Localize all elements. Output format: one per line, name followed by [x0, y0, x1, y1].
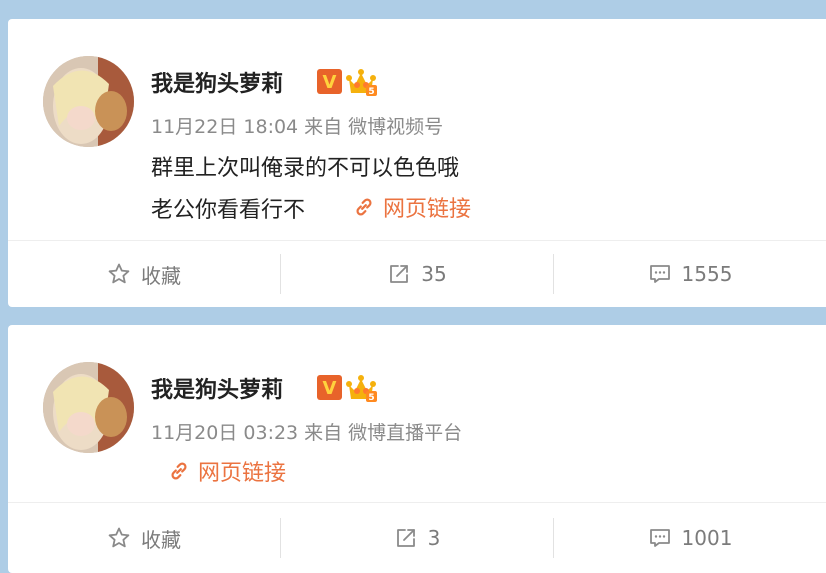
comment-icon: [649, 265, 670, 283]
web-link[interactable]: 网页链接: [353, 191, 471, 223]
comment-button[interactable]: 1555: [554, 241, 826, 307]
web-link[interactable]: 网页链接: [168, 455, 286, 487]
weibo-post-card: 我是狗头萝莉 V 5 11月20日 03:23 来自 微博直播平台 网页链接 收…: [8, 325, 826, 573]
action-bar: 收藏 3 1001: [8, 502, 826, 573]
repost-count: 35: [421, 262, 447, 286]
avatar[interactable]: [43, 362, 134, 453]
verified-badge-icon: V: [317, 375, 342, 400]
username[interactable]: 我是狗头萝莉: [151, 66, 283, 98]
repost-icon: [390, 265, 409, 283]
link-icon: [356, 198, 372, 216]
repost-count: 3: [427, 526, 441, 550]
repost-button[interactable]: 35: [281, 241, 553, 307]
comment-button[interactable]: 1001: [554, 503, 826, 573]
avatar[interactable]: [43, 56, 134, 147]
post-meta: 11月22日 18:04 来自 微博视频号: [151, 112, 449, 139]
verified-badge-letter: V: [323, 72, 337, 93]
post-text-line: 老公你看看行不: [151, 198, 306, 223]
link-icon: [171, 462, 187, 480]
post-date[interactable]: 11月20日 03:23: [151, 422, 298, 444]
comment-count: 1555: [681, 262, 733, 286]
favorite-label: 收藏: [141, 263, 181, 288]
post-meta: 11月20日 03:23 来自 微博直播平台: [151, 418, 468, 445]
post-text-line: 群里上次叫俺录的不可以色色哦: [151, 156, 460, 181]
verified-badge-icon: V: [317, 69, 342, 94]
web-link-label: 网页链接: [198, 461, 287, 486]
verified-badge-letter: V: [323, 378, 337, 399]
username[interactable]: 我是狗头萝莉: [151, 372, 283, 404]
level-number: 5: [368, 393, 374, 403]
action-bar: 收藏 35 1555: [8, 240, 826, 307]
post-source[interactable]: 微博直播平台: [348, 422, 462, 444]
web-link-label: 网页链接: [383, 197, 472, 222]
favorite-label: 收藏: [141, 527, 181, 552]
source-prefix: 来自: [304, 116, 343, 138]
crown-badge-icon: 5: [346, 375, 377, 403]
comment-count: 1001: [681, 526, 733, 550]
post-date[interactable]: 11月22日 18:04: [151, 116, 298, 138]
repost-button[interactable]: 3: [281, 503, 553, 573]
favorite-button[interactable]: 收藏: [8, 503, 280, 573]
repost-icon: [396, 529, 415, 547]
post-source[interactable]: 微博视频号: [348, 116, 443, 138]
level-number: 5: [368, 87, 374, 97]
star-icon: [108, 263, 130, 284]
star-icon: [108, 527, 130, 548]
source-prefix: 来自: [304, 422, 343, 444]
weibo-post-card: 我是狗头萝莉 V 5 11月22日 18:04 来自 微博视频号 群里上次叫俺录的不…: [8, 19, 826, 307]
crown-badge-icon: 5: [346, 69, 377, 97]
favorite-button[interactable]: 收藏: [8, 241, 280, 307]
comment-icon: [649, 529, 670, 547]
